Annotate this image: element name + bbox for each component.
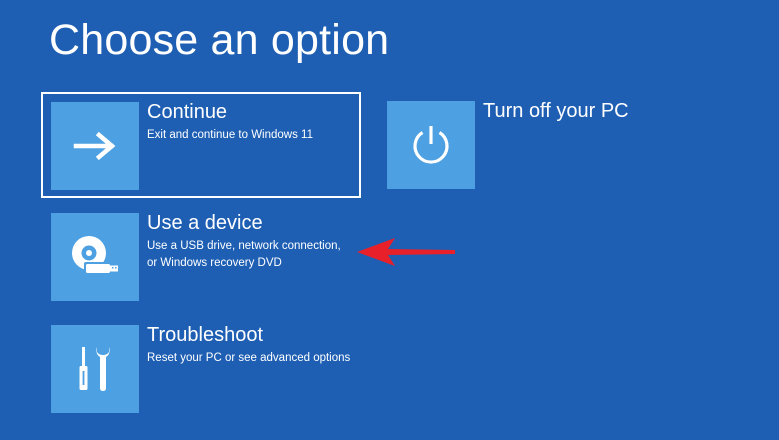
power-icon [413,126,449,164]
troubleshoot-description: Reset your PC or see advanced options [147,350,357,367]
troubleshoot-tile[interactable] [51,325,139,413]
turn-off-option[interactable]: Turn off your PC [377,92,697,198]
turn-off-tile[interactable] [387,101,475,189]
continue-description: Exit and continue to Windows 11 [147,127,357,144]
continue-description-line: Exit and continue to Windows 11 [147,129,313,141]
troubleshoot-description-line: Reset your PC or see advanced options [147,352,351,364]
disc-usb-icon [72,236,118,275]
continue-tile[interactable] [51,102,139,190]
use-device-description-line-2: or Windows recovery DVD [147,257,282,269]
continue-title: Continue [147,101,228,123]
page-title: Choose an option [49,16,390,64]
turn-off-title: Turn off your PC [483,100,629,122]
continue-option[interactable]: Continue Exit and continue to Windows 11 [41,92,361,198]
red-arrow-icon [357,238,455,266]
troubleshoot-option[interactable]: Troubleshoot Reset your PC or see advanc… [41,316,361,422]
use-device-tile[interactable] [51,213,139,301]
troubleshoot-title: Troubleshoot [147,324,263,346]
use-device-option[interactable]: Use a device Use a USB drive, network co… [41,204,361,310]
use-device-description: Use a USB drive, network connection, or … [147,238,357,272]
tools-icon [79,347,110,391]
use-device-description-line-1: Use a USB drive, network connection, [147,240,341,252]
use-device-title: Use a device [147,212,263,234]
arrow-right-icon [73,131,116,161]
